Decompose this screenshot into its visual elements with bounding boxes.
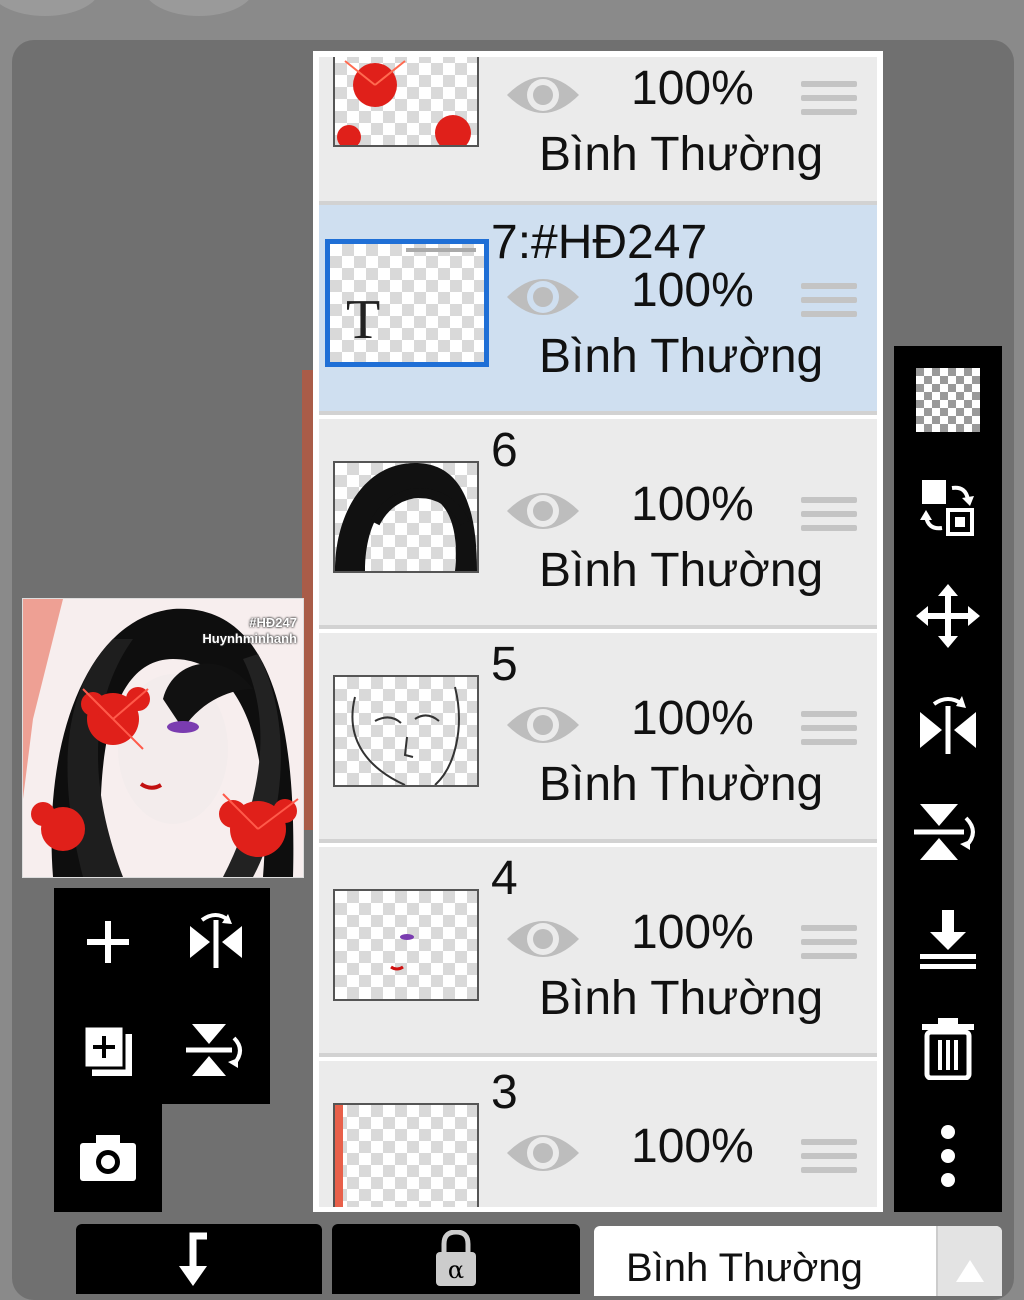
camera-icon	[80, 1135, 136, 1181]
layer-name: 3	[491, 1066, 518, 1119]
merge-down-icon	[920, 910, 976, 969]
flip-vertical-icon	[186, 1024, 242, 1076]
layer-opacity[interactable]: 100%	[631, 263, 754, 318]
layer-thumbnail	[333, 461, 479, 573]
layer-blend-mode[interactable]: Bình Thường	[539, 127, 823, 182]
layer-name: 7:#HĐ247	[491, 216, 708, 269]
camera-button[interactable]	[54, 1104, 162, 1212]
transparency-icon	[916, 368, 980, 432]
flip-horizontal-button[interactable]	[894, 670, 1002, 778]
layer-item[interactable]: 4 100% Bình Thường	[319, 847, 877, 1057]
move-button[interactable]	[894, 562, 1002, 670]
add-layer-button[interactable]	[54, 888, 162, 996]
transparency-button[interactable]	[894, 346, 1002, 454]
layer-name: 6	[491, 424, 518, 477]
layer-item[interactable]: 6 100% Bình Thường	[319, 419, 877, 629]
top-button-right[interactable]	[144, 0, 254, 16]
merge-down-button[interactable]	[894, 886, 1002, 994]
back-button[interactable]	[76, 1224, 322, 1294]
move-icon	[916, 584, 980, 648]
flip-horizontal-icon	[190, 913, 242, 968]
dropdown-arrow-icon	[956, 1260, 984, 1282]
blend-mode-value: Bình Thường	[626, 1246, 863, 1290]
layer-opacity[interactable]: 100%	[631, 691, 754, 746]
drag-handle-icon[interactable]	[801, 925, 857, 967]
layer-opacity[interactable]: 100%	[631, 477, 754, 532]
alpha-lock-button[interactable]: α	[332, 1224, 580, 1294]
layer-thumbnail	[333, 675, 479, 787]
layer-name: 4	[491, 852, 518, 905]
drag-handle-icon[interactable]	[801, 711, 857, 753]
alpha-lock-icon: α	[436, 1230, 476, 1286]
layer-thumbnail: T	[325, 239, 489, 367]
left-toolbar	[54, 888, 270, 1104]
drag-handle-icon[interactable]	[801, 497, 857, 539]
right-toolbar	[894, 346, 1002, 1212]
drag-handle-icon[interactable]	[801, 283, 857, 325]
layer-thumbnail	[333, 1103, 479, 1207]
flip-horizontal-button[interactable]	[162, 888, 270, 996]
layer-opacity[interactable]: 100%	[631, 61, 754, 116]
canvas-preview[interactable]: #HĐ247 Huynhminhanh	[22, 598, 304, 878]
text-layer-letter: T	[346, 289, 381, 351]
flip-vertical-icon	[914, 804, 975, 860]
delete-layer-button[interactable]	[894, 994, 1002, 1102]
layer-item-selected[interactable]: 7:#HĐ247 T 100% Bình Thường	[319, 205, 877, 415]
visibility-eye-icon[interactable]	[505, 67, 581, 123]
drag-handle-icon[interactable]	[801, 81, 857, 123]
visibility-eye-icon[interactable]	[505, 697, 581, 753]
flip-vertical-button[interactable]	[894, 778, 1002, 886]
add-copy-layer-icon	[82, 1024, 132, 1076]
layer-list[interactable]: 100% Bình Thường 7:#HĐ247 T 100% Bình Th…	[319, 57, 877, 1207]
add-layer-icon	[87, 921, 129, 963]
left-toolbar-lower	[54, 1104, 162, 1212]
layer-item[interactable]: 100% Bình Thường	[319, 57, 877, 205]
flip-horizontal-icon	[920, 696, 976, 754]
layers-panel: 100% Bình Thường 7:#HĐ247 T 100% Bình Th…	[313, 51, 883, 1212]
blend-mode-dropdown[interactable]	[936, 1226, 1002, 1296]
more-options-icon	[941, 1125, 955, 1187]
visibility-eye-icon[interactable]	[505, 911, 581, 967]
layer-opacity[interactable]: 100%	[631, 905, 754, 960]
more-options-button[interactable]	[894, 1102, 1002, 1210]
layer-item[interactable]: 3 100%	[319, 1061, 877, 1207]
back-arrow-icon	[179, 1232, 207, 1286]
add-copy-layer-button[interactable]	[54, 996, 162, 1104]
visibility-eye-icon[interactable]	[505, 1125, 581, 1181]
drag-handle-icon[interactable]	[801, 1139, 857, 1181]
layer-blend-mode[interactable]: Bình Thường	[539, 543, 823, 598]
preview-watermark-name: Huynhminhanh	[202, 631, 297, 646]
swap-layer-icon	[920, 480, 974, 536]
blend-mode-select[interactable]: Bình Thường	[594, 1226, 1002, 1296]
swap-layer-button[interactable]	[894, 454, 1002, 562]
top-button-left[interactable]	[0, 0, 100, 16]
layer-blend-mode[interactable]: Bình Thường	[539, 971, 823, 1026]
svg-text:α: α	[448, 1256, 464, 1284]
layer-opacity[interactable]: 100%	[631, 1119, 754, 1174]
trash-icon	[922, 1018, 974, 1080]
preview-watermark-tag: #HĐ247	[249, 615, 297, 630]
visibility-eye-icon[interactable]	[505, 269, 581, 325]
layer-name: 5	[491, 638, 518, 691]
layer-blend-mode[interactable]: Bình Thường	[539, 757, 823, 812]
layer-thumbnail	[333, 57, 479, 147]
flip-vertical-button[interactable]	[162, 996, 270, 1104]
visibility-eye-icon[interactable]	[505, 483, 581, 539]
layer-blend-mode[interactable]: Bình Thường	[539, 329, 823, 384]
layer-thumbnail	[333, 889, 479, 1001]
layer-item[interactable]: 5 100% Bình Thường	[319, 633, 877, 843]
